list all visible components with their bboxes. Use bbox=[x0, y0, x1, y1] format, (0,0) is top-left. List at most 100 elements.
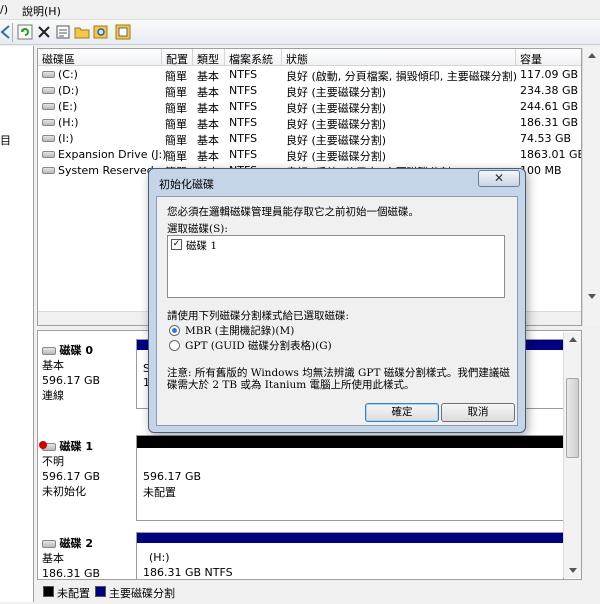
properties-icon[interactable] bbox=[54, 23, 72, 41]
disk-0-label[interactable]: 磁碟 0 基本 596.17 GB 連線 bbox=[42, 343, 134, 403]
volume-capacity: 186.31 GB bbox=[520, 116, 579, 129]
close-icon: ✕ bbox=[493, 171, 505, 185]
drive-icon bbox=[42, 103, 55, 110]
volume-fs: NTFS bbox=[229, 116, 258, 129]
disk-select-list[interactable]: ✓ 磁碟 1 bbox=[167, 235, 505, 298]
volume-name: System Reserved bbox=[58, 164, 154, 177]
column-header-capacity[interactable]: 容量 bbox=[516, 49, 581, 66]
disk-icon bbox=[42, 347, 56, 355]
column-header-volume[interactable]: 磁碟區 bbox=[38, 49, 162, 66]
disk-type: 不明 bbox=[42, 455, 64, 468]
disk-state: 連線 bbox=[42, 389, 64, 402]
volume-status: 良好 (主要磁碟分割) bbox=[286, 102, 387, 115]
column-header-type[interactable]: 類型 bbox=[193, 49, 225, 66]
legend-swatch-primary bbox=[95, 586, 106, 597]
toolbar-separator bbox=[12, 23, 13, 42]
table-row[interactable]: (I:) 簡單 基本 NTFS 良好 (主要磁碟分割) 74.53 GB bbox=[38, 131, 581, 147]
disk-title: 磁碟 1 bbox=[59, 440, 93, 453]
volume-layout: 簡單 bbox=[165, 150, 187, 163]
legend-swatch-unallocated bbox=[43, 586, 54, 597]
menu-item-help[interactable]: 說明(H) bbox=[22, 3, 61, 19]
dialog-intro-text: 您必須在邏輯磁碟管理員能存取它之前初始一個磁碟。 bbox=[167, 206, 419, 218]
left-tree-pane[interactable]: 目 bbox=[0, 46, 34, 602]
volume-capacity: 244.61 GB bbox=[520, 100, 579, 113]
volume-name: (I:) bbox=[58, 132, 74, 145]
scrollbar-thumb[interactable] bbox=[566, 378, 579, 458]
volume-layout: 簡單 bbox=[165, 102, 187, 115]
disk-title: 磁碟 0 bbox=[59, 344, 93, 357]
volume-status: 良好 (主要磁碟分割) bbox=[286, 150, 387, 163]
volume-capacity: 100 MB bbox=[520, 164, 562, 177]
volume-fs: NTFS bbox=[229, 132, 258, 145]
open-folder-icon[interactable] bbox=[73, 23, 91, 41]
volume-layout: 簡單 bbox=[165, 134, 187, 147]
menu-bar: /) 說明(H) bbox=[0, 0, 600, 20]
volume-fs: NTFS bbox=[229, 100, 258, 113]
volume-type: 基本 bbox=[197, 70, 219, 83]
search-icon[interactable] bbox=[92, 23, 110, 41]
volume-type: 基本 bbox=[197, 150, 219, 163]
disk-size: 186.31 GB bbox=[42, 567, 101, 580]
disk-type: 基本 bbox=[42, 552, 64, 565]
toolbar bbox=[0, 20, 600, 45]
volume-capacity: 74.53 GB bbox=[520, 132, 572, 145]
volume-type: 基本 bbox=[197, 86, 219, 99]
gpt-option-label[interactable]: GPT (GUID 磁碟分割表格)(G) bbox=[185, 338, 332, 353]
legend-label-primary: 主要磁碟分割 bbox=[109, 587, 175, 600]
help-icon[interactable] bbox=[114, 23, 132, 41]
note-text-line2: 碟需大於 2 TB 或為 Itanium 電腦上所使用此樣式。 bbox=[167, 379, 415, 391]
volume-layout: 簡單 bbox=[165, 86, 187, 99]
volume-fs: NTFS bbox=[229, 148, 258, 161]
column-header-layout[interactable]: 配置 bbox=[162, 49, 193, 66]
gpt-radio[interactable] bbox=[169, 340, 180, 351]
disk-2-label[interactable]: 磁碟 2 基本 186.31 GB bbox=[42, 536, 134, 580]
partition-bar bbox=[137, 436, 563, 448]
drive-icon bbox=[42, 87, 55, 94]
select-disk-label: 選取磁碟(S): bbox=[167, 223, 228, 235]
drive-icon bbox=[42, 151, 55, 158]
partition-state: 未配置 bbox=[143, 486, 176, 499]
legend: 未配置 主要磁碟分割 bbox=[37, 582, 582, 602]
legend-label-unallocated: 未配置 bbox=[57, 587, 90, 600]
table-row[interactable]: (H:) 簡單 基本 NTFS 良好 (主要磁碟分割) 186.31 GB bbox=[38, 115, 581, 131]
disk-2-partition[interactable]: (H:) 186.31 GB NTFS bbox=[136, 532, 564, 579]
menu-item-partial[interactable]: /) bbox=[0, 3, 8, 16]
vertical-scrollbar-disks[interactable] bbox=[563, 332, 581, 578]
table-row[interactable]: (E:) 簡單 基本 NTFS 良好 (主要磁碟分割) 244.61 GB bbox=[38, 99, 581, 115]
tree-fragment: 目 bbox=[0, 134, 11, 147]
scroll-arrows-icon bbox=[588, 53, 596, 299]
volume-capacity: 1863.01 GB bbox=[520, 148, 582, 161]
disk-size: 596.17 GB bbox=[42, 374, 101, 387]
cancel-button[interactable]: 取消 bbox=[441, 403, 515, 422]
partition-size: 596.17 GB bbox=[143, 470, 202, 483]
volume-fs: NTFS bbox=[229, 84, 258, 97]
disk-1-label[interactable]: 磁碟 1 不明 596.17 GB 未初始化 bbox=[39, 439, 134, 499]
disk-error-icon bbox=[39, 441, 56, 451]
initialize-disk-dialog: 初始化磁碟 ✕ 您必須在邏輯磁碟管理員能存取它之前初始一個磁碟。 選取磁碟(S)… bbox=[148, 168, 526, 433]
partition-style-label: 請使用下列磁碟分割樣式給已選取磁碟: bbox=[167, 310, 350, 322]
refresh-icon[interactable] bbox=[16, 23, 34, 41]
volume-name: (D:) bbox=[58, 84, 79, 97]
volume-fs: NTFS bbox=[229, 68, 258, 81]
volume-status: 良好 (啟動, 分頁檔案, 損毀傾印, 主要磁碟分割) bbox=[286, 70, 518, 83]
close-button[interactable]: ✕ bbox=[478, 170, 520, 187]
vertical-scrollbar-list[interactable] bbox=[582, 48, 600, 326]
ok-button[interactable]: 確定 bbox=[365, 403, 439, 422]
column-header-filesystem[interactable]: 檔案系統 bbox=[225, 49, 282, 66]
volume-layout: 簡單 bbox=[165, 70, 187, 83]
table-row[interactable]: (C:) 簡單 基本 NTFS 良好 (啟動, 分頁檔案, 損毀傾印, 主要磁碟… bbox=[38, 67, 581, 83]
partition-name: (H:) bbox=[149, 551, 170, 564]
partition-bar bbox=[137, 533, 563, 543]
table-row[interactable]: (D:) 簡單 基本 NTFS 良好 (主要磁碟分割) 234.38 GB bbox=[38, 83, 581, 99]
mbr-option-label[interactable]: MBR (主開機記錄)(M) bbox=[185, 323, 294, 338]
volume-status: 良好 (主要磁碟分割) bbox=[286, 118, 387, 131]
mbr-radio[interactable] bbox=[169, 325, 180, 336]
disk-1-partition[interactable]: 596.17 GB 未配置 bbox=[136, 435, 564, 521]
table-row[interactable]: Expansion Drive (J:) 簡單 基本 NTFS 良好 (主要磁碟… bbox=[38, 147, 581, 163]
volume-capacity: 234.38 GB bbox=[520, 84, 579, 97]
delete-icon[interactable] bbox=[35, 23, 53, 41]
disk-type: 基本 bbox=[42, 359, 64, 372]
volume-type: 基本 bbox=[197, 134, 219, 147]
disk-1-checkbox[interactable]: ✓ bbox=[171, 239, 182, 250]
column-header-status[interactable]: 狀態 bbox=[282, 49, 516, 66]
